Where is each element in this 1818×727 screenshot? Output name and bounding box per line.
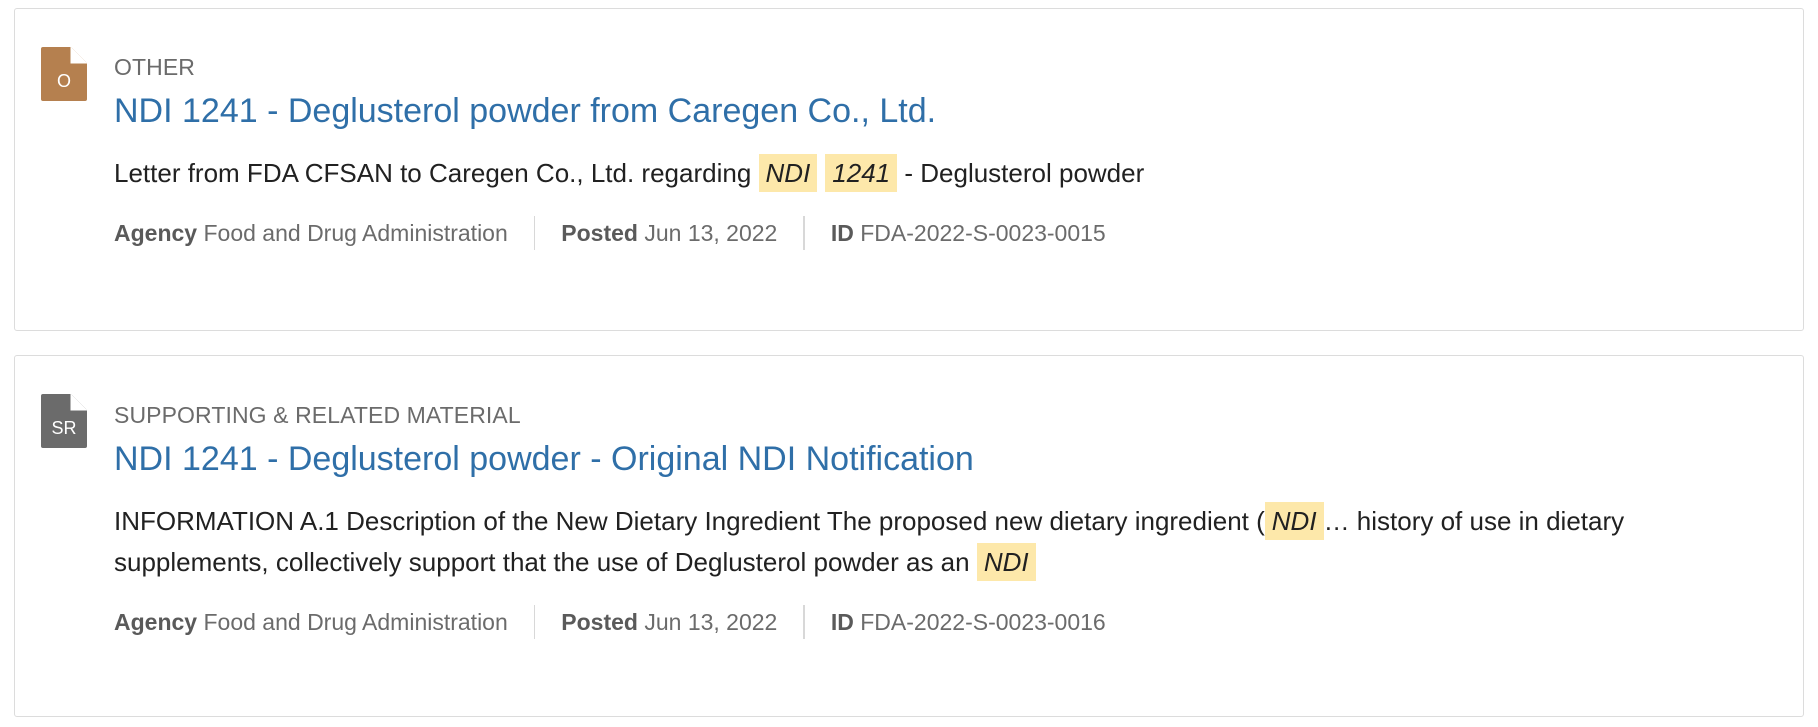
meta-divider [803,605,805,639]
result-snippet: Letter from FDA CFSAN to Caregen Co., Lt… [114,153,1773,194]
posted-value: Jun 13, 2022 [644,609,778,635]
document-other-icon: O [41,47,87,101]
agency-label: Agency [114,220,198,246]
search-result-card: O OTHER NDI 1241 - Deglusterol powder fr… [14,8,1804,331]
document-supporting-icon: SR [41,394,87,448]
document-type-label: SUPPORTING & RELATED MATERIAL [114,402,521,428]
id-value: FDA-2022-S-0023-0016 [860,609,1106,635]
result-snippet: INFORMATION A.1 Description of the New D… [114,501,1773,583]
snippet-text: - Deglusterol powder [897,158,1145,188]
meta-divider [533,216,536,250]
icon-letter: O [56,71,71,91]
document-title-link[interactable]: NDI 1241 - Deglusterol powder from Careg… [114,91,936,131]
result-metadata: Agency Food and Drug Administration Post… [114,605,1773,639]
meta-divider [803,216,805,250]
posted-label: Posted [561,609,638,635]
icon-letter: SR [51,418,77,438]
result-metadata: Agency Food and Drug Administration Post… [114,216,1773,250]
id-label: ID [830,609,854,635]
id-meta: ID FDA-2022-S-0023-0016 [831,607,1106,637]
agency-meta: Agency Food and Drug Administration [114,218,508,248]
id-value: FDA-2022-S-0023-0015 [860,220,1106,246]
id-label: ID [830,220,854,246]
agency-label: Agency [114,609,198,635]
document-type-label: OTHER [114,54,195,80]
snippet-text: INFORMATION A.1 Description of the New D… [114,506,1265,536]
posted-value: Jun 13, 2022 [644,220,778,246]
snippet-highlight: NDI [1264,502,1324,540]
id-meta: ID FDA-2022-S-0023-0015 [831,218,1106,248]
snippet-highlight: 1241 [825,154,898,192]
document-title-link[interactable]: NDI 1241 - Deglusterol powder - Original… [114,439,974,479]
result-body: SUPPORTING & RELATED MATERIAL NDI 1241 -… [114,401,1773,639]
meta-divider [533,605,536,639]
posted-meta: Posted Jun 13, 2022 [561,607,777,637]
posted-label: Posted [561,220,638,246]
snippet-highlight: NDI [976,543,1036,581]
agency-value: Food and Drug Administration [203,220,508,246]
snippet-highlight: NDI [758,154,818,192]
result-body: OTHER NDI 1241 - Deglusterol powder from… [114,53,1773,250]
posted-meta: Posted Jun 13, 2022 [561,218,777,248]
search-result-card: SR SUPPORTING & RELATED MATERIAL NDI 124… [14,355,1804,717]
agency-meta: Agency Food and Drug Administration [114,607,508,637]
agency-value: Food and Drug Administration [203,609,508,635]
snippet-text: Letter from FDA CFSAN to Caregen Co., Lt… [114,158,759,188]
